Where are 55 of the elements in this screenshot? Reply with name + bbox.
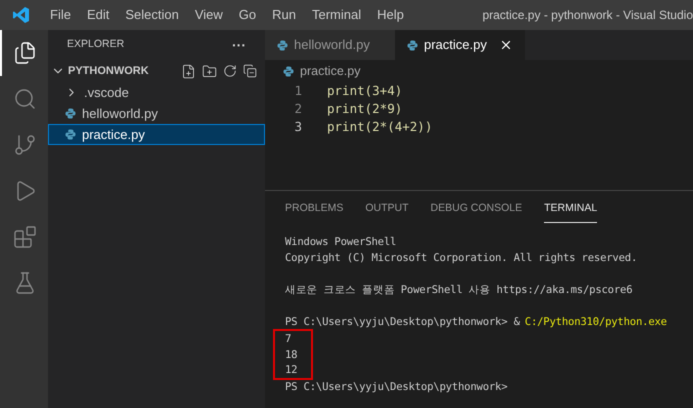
line-number: 1 [293,82,303,100]
breadcrumb[interactable]: practice.py [300,62,360,80]
file-name: .vscode [84,84,129,102]
files-icon [13,41,37,65]
tree-item[interactable]: .vscode [48,82,265,103]
terminal-text: 새로운 크로스 플랫폼 PowerShell 사용 https://aka.ms/pscore6 [285,283,632,298]
menu-item[interactable]: Terminal [304,5,370,25]
tree-item[interactable]: helloworld.py [48,103,265,124]
panel-tab[interactable]: PROBLEMS [285,194,344,224]
python-file-icon [65,108,76,119]
file-name: helloworld.py [82,104,158,123]
menu-item[interactable]: Help [369,5,412,25]
menu-item[interactable]: Edit [78,5,118,25]
terminal-text: PS C:\Users\yyju\Desktop\pythonwork> [285,380,508,392]
terminal-output: 18 [285,348,298,360]
line-number: 3 [293,118,303,136]
window-title: practice.py - pythonwork - Visual Studio [481,7,693,24]
tree-item[interactable]: practice.py [48,124,265,145]
refresh-icon[interactable] [223,64,237,78]
terminal-text: Copyright (C) Microsoft Corporation. All rights reserved. [285,251,638,266]
python-file-icon [407,40,418,50]
folder-header[interactable]: PYTHONWORK [68,62,149,80]
panel-tab[interactable]: DEBUG CONSOLE [430,194,522,224]
search-icon [13,87,37,111]
python-file-icon [277,40,288,50]
panel-tab[interactable]: OUTPUT [365,194,409,224]
terminal-path-text: C:/Python310/python.exe [524,315,667,330]
menu-item[interactable]: View [186,5,231,25]
terminal-text: Windows PowerShell [285,235,396,250]
terminal-text: PS C:\Users\yyju\Desktop\pythonwork> & [285,315,520,330]
menu-item[interactable]: File [42,5,79,25]
more-actions-button[interactable]: ··· [232,38,246,52]
terminal-output: 12 [285,364,298,376]
new-folder-icon[interactable] [202,64,217,78]
python-file-icon [65,129,76,140]
branch-icon [13,133,37,157]
editor-tab[interactable]: practice.py [395,30,525,60]
file-name: practice.py [82,126,145,144]
code-line: print(2*(4+2)) [327,118,432,136]
app-logo-icon [12,6,30,24]
terminal-output: 7 [285,333,292,345]
menu-item[interactable]: Go [230,5,264,25]
code-line: print(2*9) [327,100,402,118]
line-number: 2 [293,100,303,118]
panel-tab[interactable]: TERMINAL [544,194,598,224]
collapse-all-icon[interactable] [243,64,257,78]
menu-item[interactable]: Run [264,5,304,25]
blocks-icon [13,225,37,249]
python-file-icon [283,66,294,76]
code-line: print(3+4) [327,82,402,100]
close-icon[interactable] [499,38,513,52]
sidebar-title: EXPLORER [67,37,124,52]
menu-item[interactable]: Selection [117,5,187,25]
editor-tab[interactable]: helloworld.py [265,30,395,60]
new-file-icon[interactable] [181,64,196,78]
